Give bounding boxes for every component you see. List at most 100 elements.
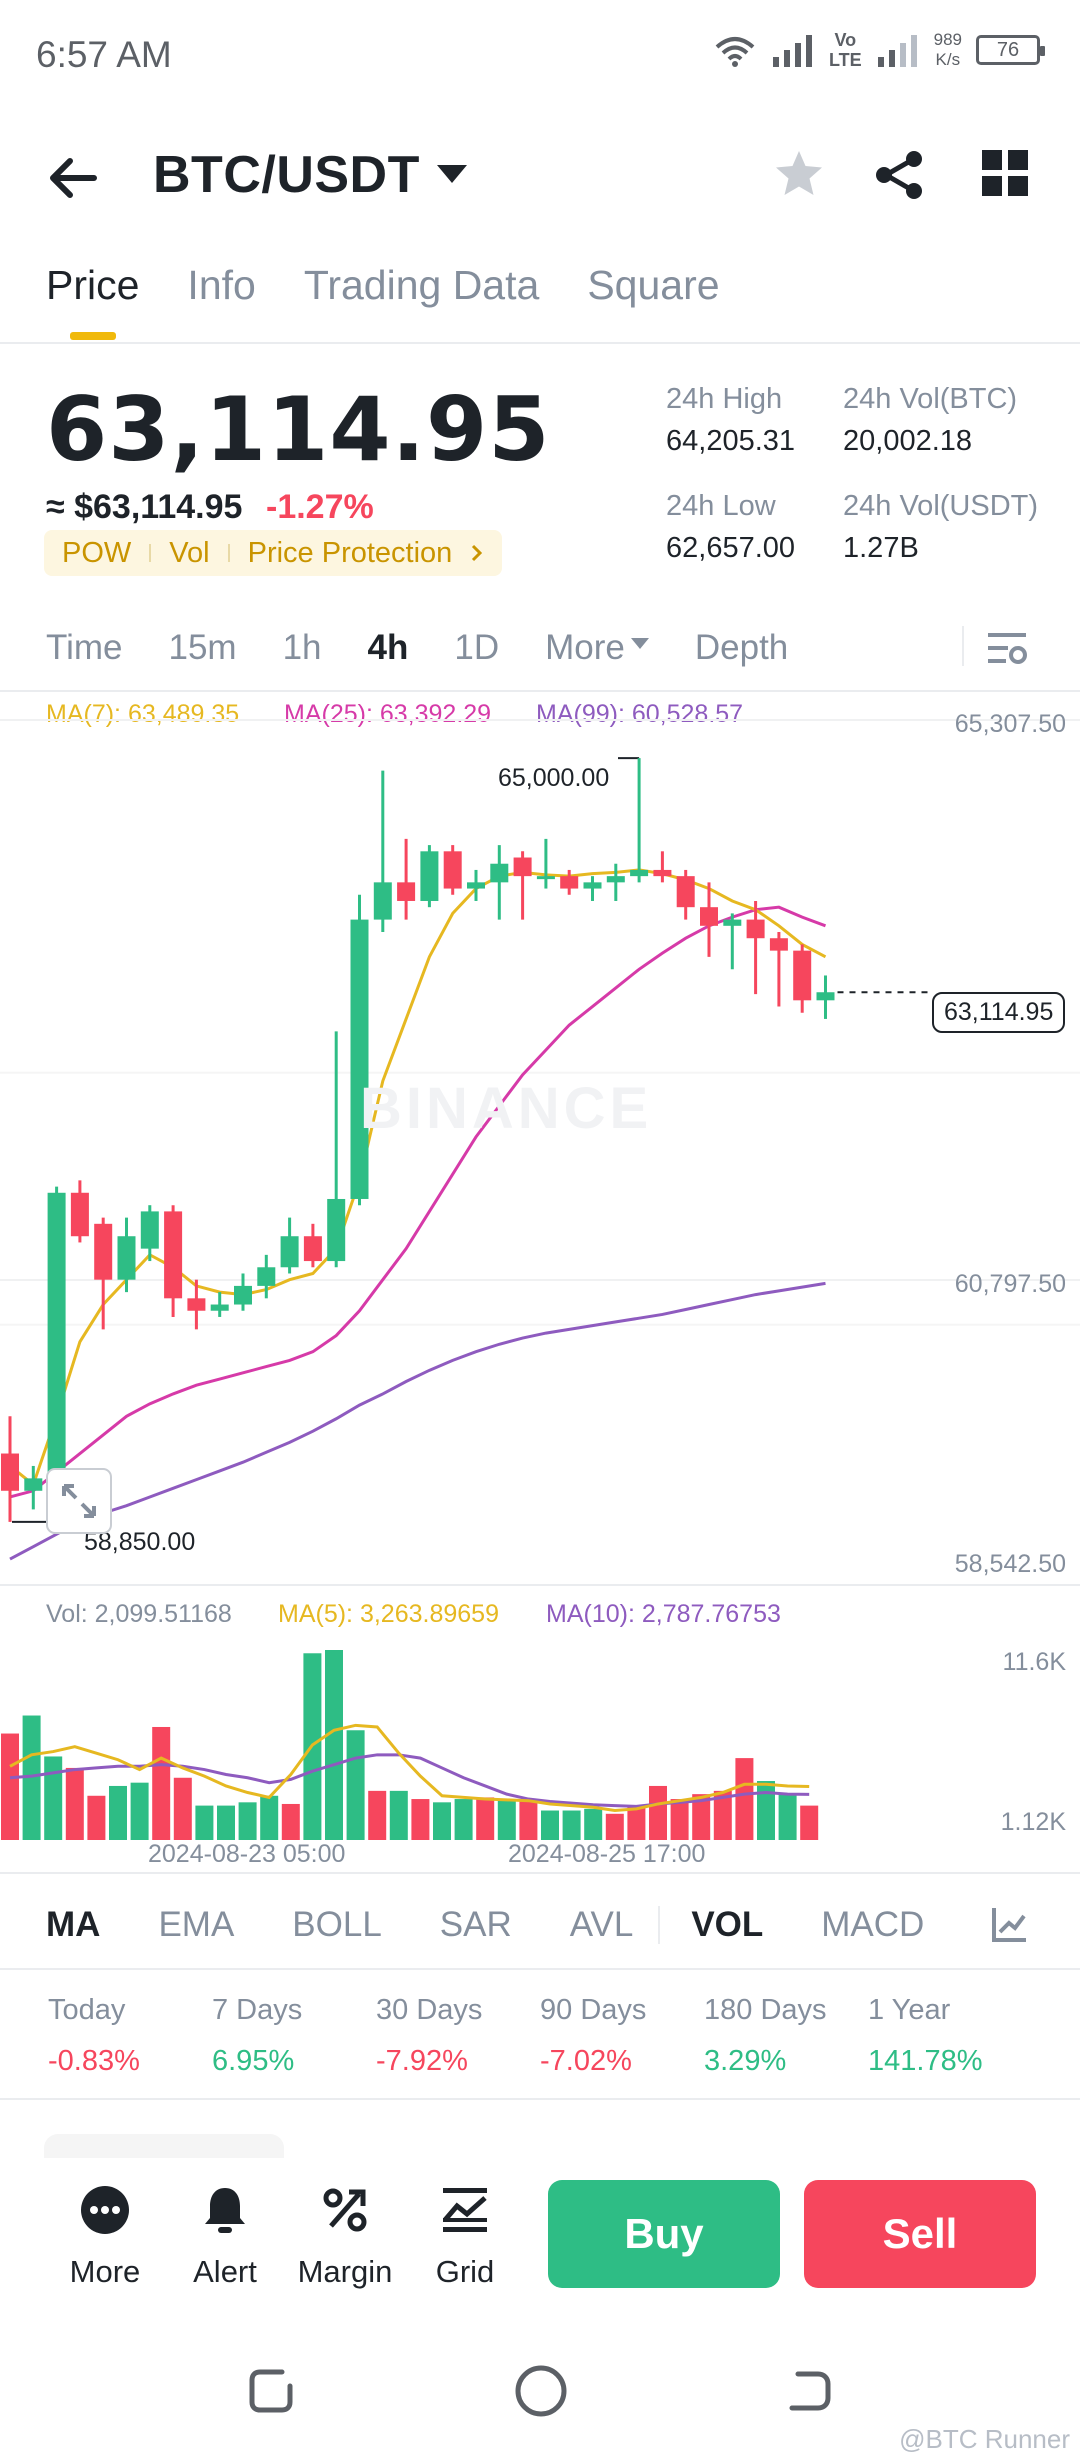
chevron-down-icon[interactable] [437,165,467,183]
stat-24h-high-value: 64,205.31 [666,425,796,457]
candle-body [350,919,369,1199]
volume-bar [497,1799,516,1840]
bell-icon [205,2188,245,2233]
recents-nav-icon[interactable] [246,2366,296,2416]
current-price-label[interactable]: 63,114.95 [932,992,1066,1033]
main-tabs: Price Info Trading Data Square [46,262,720,309]
volume-ma-lines [9,1723,810,1813]
more-icon [81,2186,129,2234]
tag-pow[interactable]: POW [62,537,131,570]
indicator-avl[interactable]: AVL [570,1905,634,1945]
candle-body [630,869,649,877]
interval-4h[interactable]: 4h [368,628,409,668]
tag-price-protection[interactable]: Price Protection [248,537,453,570]
candle-body [373,882,392,920]
sell-button[interactable]: Sell [804,2180,1036,2288]
price-change-percent: -1.27% [266,488,374,526]
volume-bars [1,1650,819,1840]
indicator-boll[interactable]: BOLL [292,1905,382,1945]
volume-bar [109,1785,127,1840]
volte-label: Vo LTE [828,30,862,70]
candle-body [70,1192,89,1237]
divider [0,2098,1080,2100]
interval-depth[interactable]: Depth [695,628,788,668]
volume-chart[interactable] [0,1640,1080,1840]
volume-bar [173,1777,192,1840]
binance-watermark: BINANCE [360,1076,653,1141]
volume-bar [562,1810,581,1840]
indicator-macd[interactable]: MACD [821,1905,924,1945]
tab-info[interactable]: Info [187,262,255,309]
stat-24h-low-value: 62,657.00 [666,532,796,564]
interval-15m[interactable]: 15m [168,628,236,668]
tab-trading-data[interactable]: Trading Data [304,262,540,309]
interval-1d[interactable]: 1D [454,628,499,668]
chart-settings-icon[interactable] [986,628,1028,670]
volume-bar [411,1799,430,1840]
share-icon[interactable] [872,148,926,202]
fullscreen-icon[interactable] [46,1468,112,1534]
volume-bar [454,1799,473,1840]
candle-body [723,919,742,926]
tag-row[interactable]: POW Vol Price Protection [44,530,503,576]
network-speed: 989 K/s [933,30,962,69]
last-price: 63,114.95 [46,378,551,481]
candle-body [443,851,462,889]
more-button[interactable]: More [50,2184,160,2290]
vol-axis-top: 11.6K [1002,1648,1066,1676]
divider [962,626,964,666]
perf-90d: 90 Days -7.02% [540,1994,647,2077]
buy-button[interactable]: Buy [548,2180,780,2288]
legend-vol-ma10: MA(10): 2,787.76753 [546,1600,781,1628]
home-nav-icon[interactable] [514,2364,568,2418]
moving-average-lines [9,757,930,1561]
candle-body [257,1267,276,1286]
candle-body [47,1192,66,1479]
perf-today: Today -0.83% [48,1994,140,2077]
wifi-icon [715,37,755,67]
signal-icon-2 [877,35,917,67]
divider [0,1872,1080,1874]
volume-bar [757,1781,775,1840]
candle-body [816,992,835,1001]
candle-body [24,1478,43,1491]
battery-icon: 76 [976,35,1045,65]
back-nav-icon[interactable] [784,2366,834,2416]
indicator-sar[interactable]: SAR [440,1905,512,1945]
stat-24h-vol-usdt-value: 1.27B [843,532,919,564]
candle-body [420,851,439,901]
indicator-ma[interactable]: MA [46,1905,100,1945]
tag-separator [227,544,230,562]
interval-more[interactable]: More [545,628,649,668]
candle-body [536,876,555,880]
volume-bar [605,1813,624,1840]
back-arrow-icon[interactable] [44,148,104,208]
stat-24h-vol-usdt-label: 24h Vol(USDT) [843,490,1039,522]
stat-24h-low-label: 24h Low [666,490,776,522]
date-label-left: 2024-08-23 05:00 [148,1840,346,1868]
perf-1y: 1 Year 141.78% [868,1994,983,2077]
grid-icon[interactable] [982,150,1028,196]
divider [658,1906,660,1944]
volume-bar [281,1803,300,1840]
candle-body [653,869,672,877]
star-icon[interactable] [772,147,826,201]
volume-bar [217,1805,235,1840]
alert-button[interactable]: Alert [170,2184,280,2290]
candle-body [1,1453,19,1491]
volume-bar [389,1790,408,1840]
interval-time[interactable]: Time [46,628,122,668]
divider [0,1968,1080,1970]
margin-button[interactable]: Margin [290,2184,400,2290]
indicator-ema[interactable]: EMA [158,1905,234,1945]
candle-body [769,938,788,951]
indicator-vol[interactable]: VOL [691,1905,763,1945]
candle-body [280,1236,299,1268]
indicator-settings-icon[interactable] [990,1904,1030,1944]
pair-title[interactable]: BTC/USDT [153,145,420,205]
grid-button[interactable]: Grid [410,2184,520,2290]
tag-vol[interactable]: Vol [169,537,209,570]
tab-square[interactable]: Square [587,262,719,309]
interval-1h[interactable]: 1h [283,628,322,668]
tab-price[interactable]: Price [46,262,139,309]
